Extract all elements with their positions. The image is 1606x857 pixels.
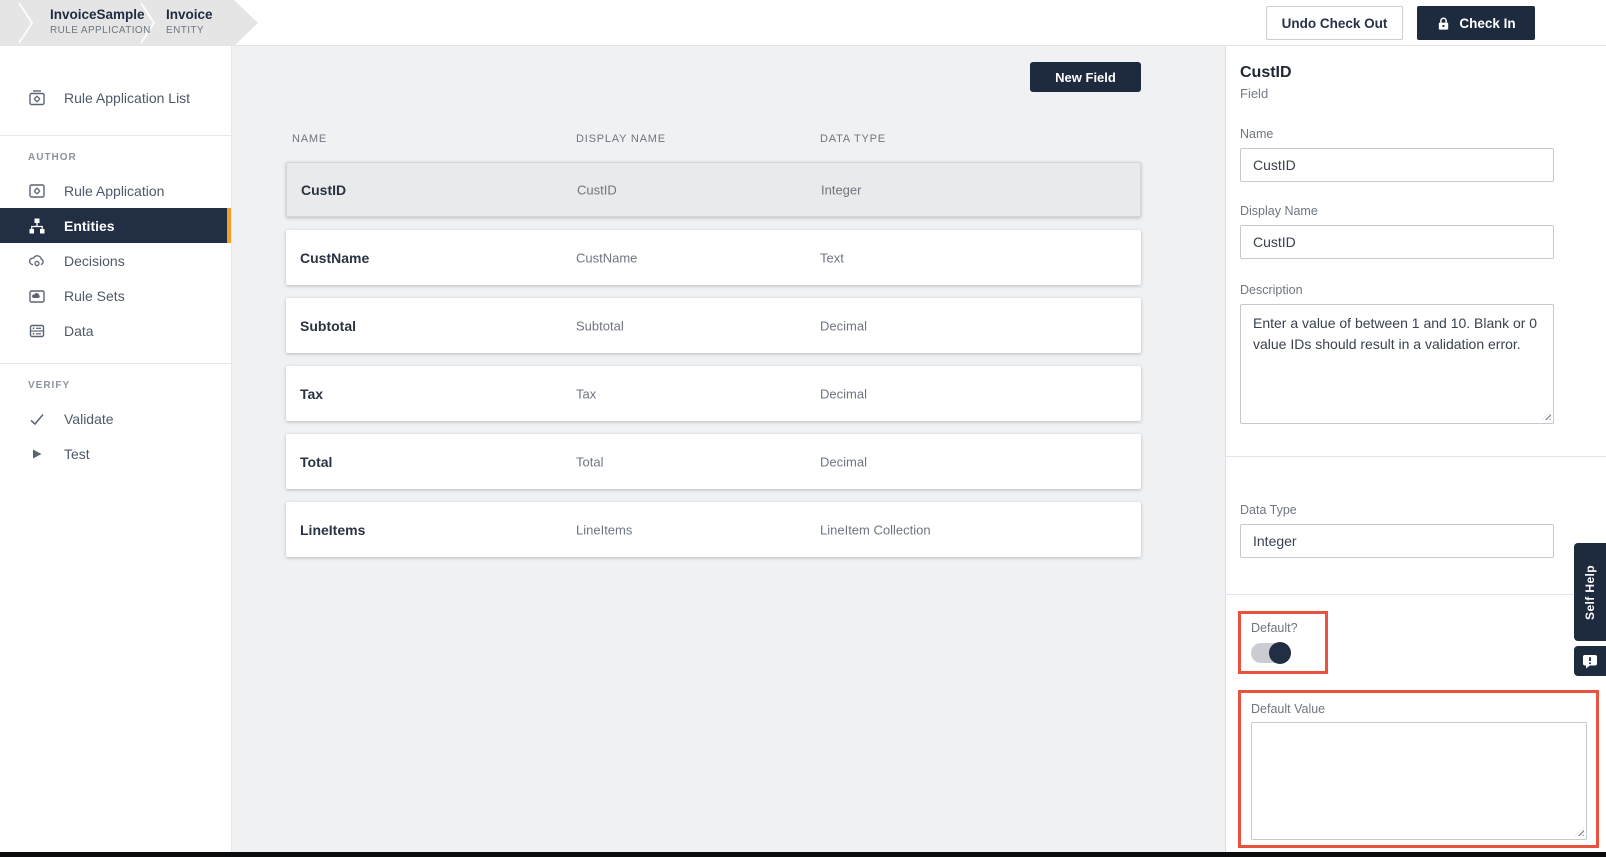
table-row[interactable]: Tax Tax Decimal (286, 366, 1141, 421)
cell-name: CustName (300, 250, 369, 266)
cell-display-name: LineItems (576, 522, 632, 537)
table-row[interactable]: Total Total Decimal (286, 434, 1141, 489)
sidebar-item-decisions[interactable]: Decisions (0, 243, 231, 278)
sidebar-divider (0, 135, 231, 136)
sidebar-item-label: Entities (64, 218, 115, 234)
box-cloud-icon (28, 287, 46, 305)
speech-bubble-exclamation-icon (1581, 653, 1599, 670)
sidebar-section-verify: VERIFY (28, 380, 231, 391)
sidebar-item-data[interactable]: Data (0, 313, 231, 348)
sidebar-item-label: Rule Sets (64, 288, 125, 304)
breadcrumb-entity[interactable]: Invoice ENTITY (166, 7, 213, 36)
data-type-input[interactable] (1240, 524, 1554, 558)
default-toggle[interactable] (1251, 643, 1289, 663)
cell-data-type: Decimal (820, 386, 867, 401)
hierarchy-icon (28, 217, 46, 235)
app-list-gear-icon (28, 89, 46, 107)
panel-divider (1226, 594, 1606, 595)
field-properties-panel: CustID Field Name Display Name Descripti… (1225, 46, 1606, 852)
breadcrumb-rule-application[interactable]: InvoiceSample RULE APPLICATION (50, 7, 151, 36)
sidebar: Rule Application List AUTHOR Rule Applic… (0, 46, 232, 852)
cell-data-type: LineItem Collection (820, 522, 931, 537)
fields-table: CustID CustID Integer CustName CustName … (286, 162, 1141, 570)
bottom-edge-bar (0, 852, 1606, 857)
cell-data-type: Text (820, 250, 844, 265)
display-name-input[interactable] (1240, 225, 1554, 259)
top-header: InvoiceSample RULE APPLICATION Invoice E… (0, 0, 1606, 46)
sidebar-item-rule-sets[interactable]: Rule Sets (0, 278, 231, 313)
gear-box-icon (28, 182, 46, 200)
default-label: Default? (1251, 621, 1325, 635)
name-label: Name (1240, 127, 1571, 141)
sidebar-item-rule-application[interactable]: Rule Application (0, 173, 231, 208)
sidebar-item-label: Rule Application (64, 183, 164, 199)
default-value-textarea[interactable] (1251, 722, 1587, 840)
cell-name: Subtotal (300, 318, 356, 334)
panel-title: CustID (1240, 64, 1571, 82)
default-value-label: Default Value (1251, 702, 1596, 716)
default-value-highlight: Default Value (1238, 690, 1599, 848)
lock-icon (1436, 16, 1451, 31)
cell-name: CustID (301, 182, 346, 198)
sidebar-item-test[interactable]: Test (0, 436, 231, 471)
cell-display-name: Total (576, 454, 603, 469)
cell-display-name: Tax (576, 386, 596, 401)
breadcrumb-chevron-icon (16, 0, 36, 46)
table-row[interactable]: CustName CustName Text (286, 230, 1141, 285)
self-help-tab[interactable]: Self Help (1574, 543, 1606, 641)
cell-data-type: Integer (821, 182, 861, 197)
sidebar-divider (0, 363, 231, 364)
display-name-label: Display Name (1240, 204, 1571, 218)
sidebar-section-author: AUTHOR (28, 152, 231, 163)
table-row[interactable]: LineItems LineItems LineItem Collection (286, 502, 1141, 557)
column-header-name: NAME (292, 133, 327, 145)
check-in-button[interactable]: Check In (1417, 6, 1535, 40)
sidebar-item-label: Test (64, 446, 90, 462)
cell-data-type: Decimal (820, 318, 867, 333)
data-type-label: Data Type (1240, 503, 1571, 517)
sidebar-item-label: Rule Application List (64, 90, 190, 106)
help-bubble-button[interactable] (1574, 646, 1606, 676)
panel-divider (1226, 456, 1606, 457)
name-input[interactable] (1240, 148, 1554, 182)
undo-check-out-button[interactable]: Undo Check Out (1266, 6, 1403, 40)
cell-data-type: Decimal (820, 454, 867, 469)
column-header-data-type: DATA TYPE (820, 133, 886, 145)
sidebar-item-label: Decisions (64, 253, 125, 269)
default-toggle-highlight: Default? (1238, 611, 1328, 674)
self-help-label: Self Help (1583, 565, 1597, 620)
cell-display-name: CustName (576, 250, 637, 265)
column-header-display-name: DISPLAY NAME (576, 133, 666, 145)
entity-fields-main: New Field NAME DISPLAY NAME DATA TYPE Cu… (232, 46, 1225, 852)
play-icon (28, 445, 46, 463)
table-header: NAME DISPLAY NAME DATA TYPE (286, 133, 1141, 149)
description-textarea[interactable]: Enter a value of between 1 and 10. Blank… (1240, 304, 1554, 424)
cell-name: Tax (300, 386, 323, 402)
sidebar-item-rule-application-list[interactable]: Rule Application List (0, 80, 231, 115)
table-row[interactable]: CustID CustID Integer (286, 162, 1141, 217)
sidebar-item-validate[interactable]: Validate (0, 401, 231, 436)
cell-display-name: CustID (577, 182, 617, 197)
sidebar-item-label: Validate (64, 411, 114, 427)
sidebar-item-label: Data (64, 323, 94, 339)
breadcrumb-subtitle: RULE APPLICATION (50, 25, 151, 36)
description-label: Description (1240, 283, 1571, 297)
toggle-knob (1269, 642, 1291, 664)
panel-subtitle: Field (1240, 86, 1571, 101)
check-icon (28, 410, 46, 428)
table-row[interactable]: Subtotal Subtotal Decimal (286, 298, 1141, 353)
check-in-label: Check In (1459, 16, 1515, 31)
sidebar-item-entities[interactable]: Entities (0, 208, 231, 243)
cell-name: LineItems (300, 522, 365, 538)
breadcrumb-title: Invoice (166, 7, 213, 22)
new-field-button[interactable]: New Field (1030, 62, 1141, 92)
cloud-gear-icon (28, 252, 46, 270)
cell-name: Total (300, 454, 332, 470)
data-grid-icon (28, 322, 46, 340)
breadcrumb-title: InvoiceSample (50, 7, 151, 22)
cell-display-name: Subtotal (576, 318, 624, 333)
breadcrumb-subtitle: ENTITY (166, 25, 213, 36)
